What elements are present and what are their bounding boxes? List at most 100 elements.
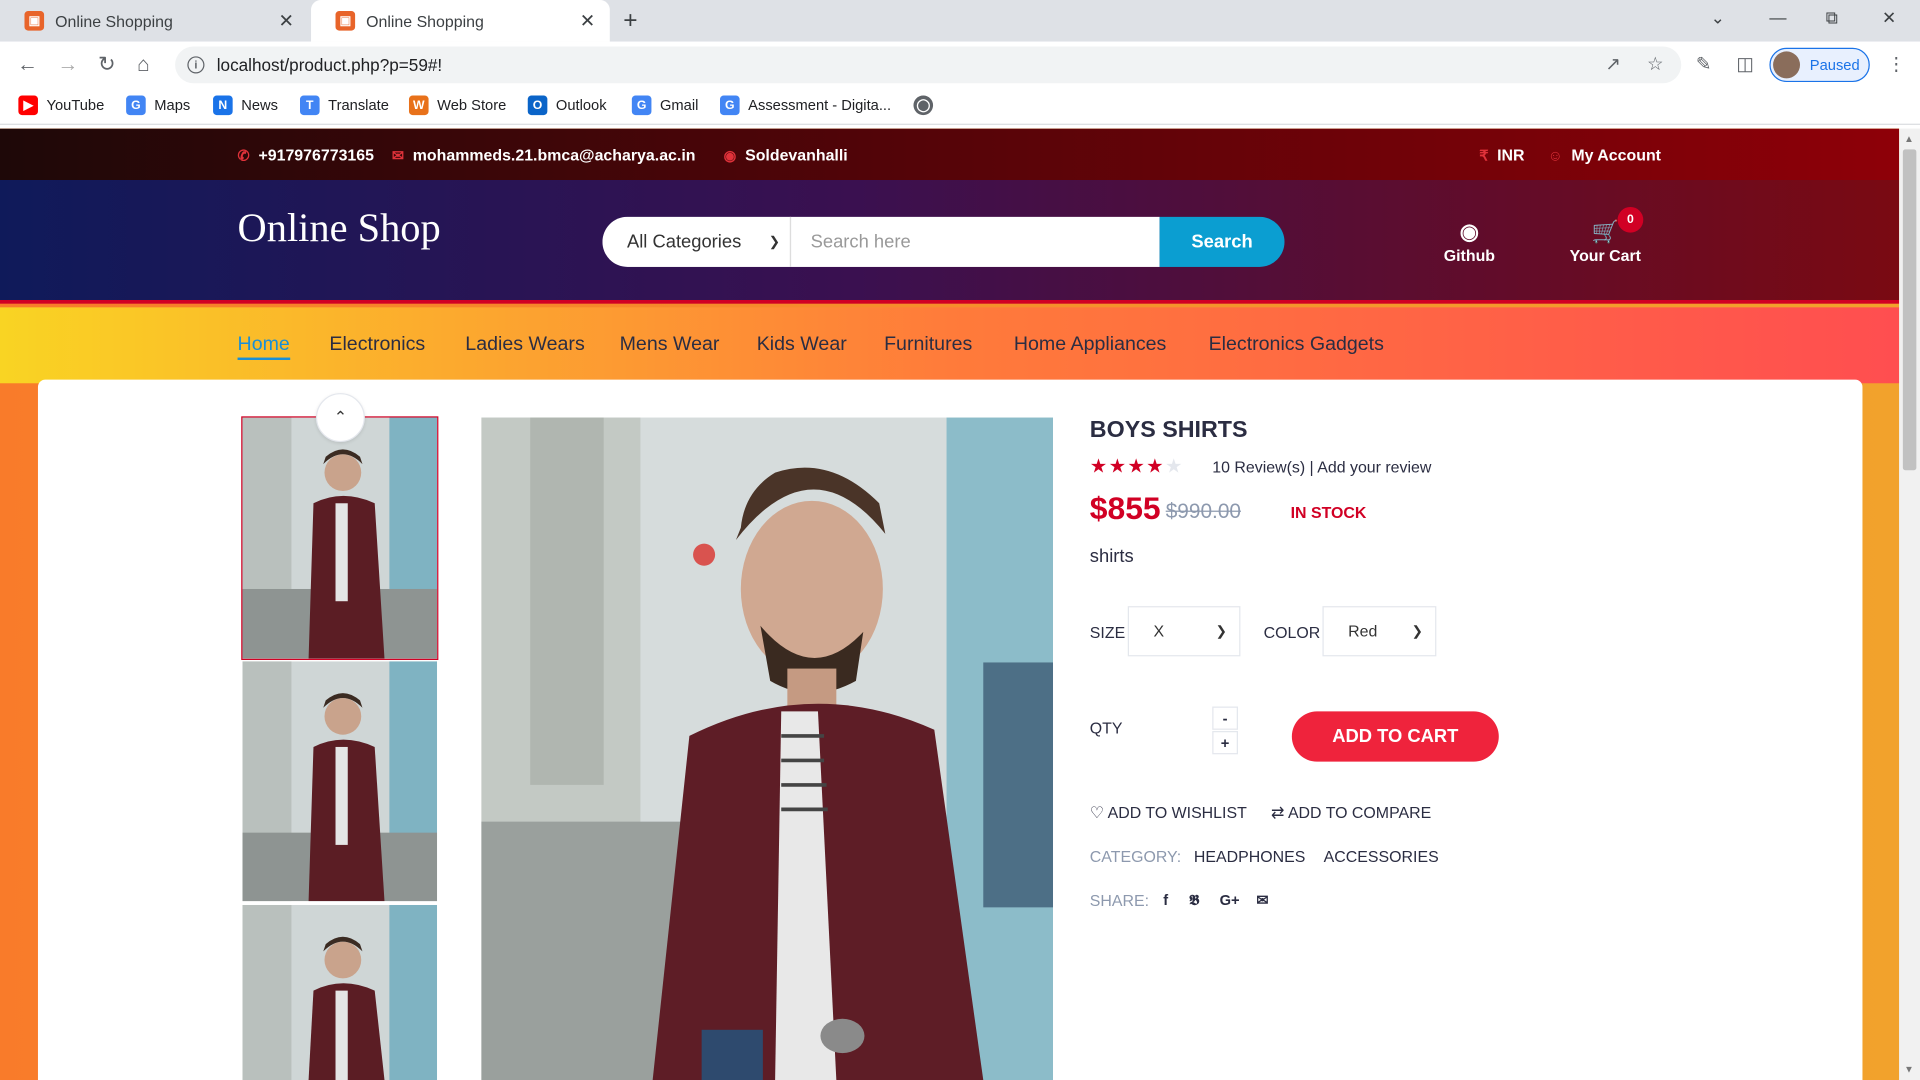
nav-home[interactable]: Home <box>237 334 290 361</box>
back-icon[interactable]: ← <box>17 53 38 77</box>
add-to-compare-link[interactable]: ⇄ ADD TO COMPARE <box>1271 803 1431 823</box>
nav-kids-wear[interactable]: Kids Wear <box>757 334 847 356</box>
nav-home-appliances[interactable]: Home Appliances <box>1014 334 1166 356</box>
browser-tab-active[interactable]: ▣ Online Shopping ✕ <box>311 0 610 42</box>
github-icon: ◉ <box>1459 219 1480 244</box>
facebook-icon[interactable]: f <box>1163 891 1168 908</box>
bookmark-outlook[interactable]: O Outlook <box>527 95 607 116</box>
bookmark-assessment[interactable]: G Assessment - Digita... <box>720 95 891 116</box>
site-logo[interactable]: Online Shop <box>238 207 441 252</box>
qty-decrease-button[interactable]: - <box>1212 706 1238 730</box>
user-icon: ☺ <box>1547 146 1563 164</box>
category-select[interactable]: All Categories ❯ <box>602 216 792 267</box>
bookmark-translate[interactable]: T Translate <box>300 95 389 116</box>
product-thumbnail[interactable] <box>242 661 438 902</box>
scroll-down-icon[interactable]: ▼ <box>1904 1064 1914 1075</box>
nav-ladies-wears[interactable]: Ladies Wears <box>465 334 584 356</box>
product-main-image[interactable] <box>481 417 1054 1080</box>
bookmark-gmail[interactable]: G Gmail <box>631 95 698 116</box>
nav-electronics[interactable]: Electronics <box>329 334 425 356</box>
extensions-icon[interactable]: ✎ <box>1696 53 1711 75</box>
browser-tab[interactable]: ▣ Online Shopping ✕ <box>0 0 309 42</box>
bookmark-maps[interactable]: G Maps <box>126 95 190 116</box>
size-select[interactable]: X ❯ <box>1127 606 1241 657</box>
google-icon: G <box>720 95 740 116</box>
new-tab-icon[interactable]: + <box>623 7 637 35</box>
bookmark-youtube[interactable]: ▶ YouTube <box>18 95 104 116</box>
globe-icon: ◯ <box>913 95 934 116</box>
webstore-icon: W <box>408 95 429 116</box>
scroll-up-icon[interactable]: ▲ <box>1904 133 1914 144</box>
toolbar: ← → ↻ ⌂ i localhost/product.php?p=59#! ↗… <box>0 41 1920 89</box>
google-icon: G <box>631 95 652 116</box>
search-input[interactable] <box>791 216 1160 267</box>
rupee-icon: ₹ <box>1479 146 1489 164</box>
bookmark-web-store[interactable]: W Web Store <box>408 95 506 116</box>
search-button[interactable]: Search <box>1159 216 1285 267</box>
email-link[interactable]: ✉ mohammeds.21.bmca@acharya.ac.in <box>392 146 696 164</box>
add-to-cart-button[interactable]: ADD TO CART <box>1291 711 1499 762</box>
minimize-icon[interactable]: — <box>1769 7 1786 27</box>
forward-icon[interactable]: → <box>58 53 79 77</box>
address-bar[interactable]: i localhost/product.php?p=59#! <box>175 46 1682 84</box>
chevron-down-icon: ❯ <box>1411 624 1423 640</box>
chevron-down-icon: ❯ <box>768 235 781 250</box>
category-link[interactable]: ACCESSORIES <box>1324 847 1439 865</box>
url-text: localhost/product.php?p=59#! <box>216 55 443 75</box>
bookmarks-bar: ▶ YouTube G Maps N News T Translate W Web Sto… <box>0 88 1920 125</box>
tab-search-icon[interactable]: ⌄ <box>1711 7 1725 28</box>
tab-title: Online Shopping <box>55 11 173 31</box>
scrollbar-thumb[interactable] <box>1902 149 1917 471</box>
stock-status: IN STOCK <box>1290 503 1367 522</box>
reload-icon[interactable]: ↻ <box>98 53 115 77</box>
product-price: $855 <box>1089 489 1161 527</box>
size-label: SIZE <box>1089 623 1126 642</box>
youtube-icon: ▶ <box>18 95 38 116</box>
envelope-icon[interactable]: ✉ <box>1256 891 1268 908</box>
qty-label: QTY <box>1089 718 1123 738</box>
github-link[interactable]: ◉ Github <box>1420 219 1518 264</box>
product-thumbnail[interactable] <box>241 416 439 661</box>
reviews-link[interactable]: 10 Review(s) | Add your review <box>1212 458 1431 476</box>
add-to-wishlist-link[interactable]: ♡ ADD TO WISHLIST <box>1090 803 1247 823</box>
page-scrollbar[interactable]: ▲ ▼ <box>1899 128 1920 1080</box>
nav-furnitures[interactable]: Furnitures <box>884 334 972 356</box>
bookmark-globe[interactable]: ◯ <box>913 95 941 116</box>
twitter-icon[interactable]: 𝕭 <box>1189 891 1199 909</box>
chevron-up-icon[interactable]: ⌃ <box>315 393 365 443</box>
product-title: BOYS SHIRTS <box>1089 417 1248 444</box>
xampp-icon: ▣ <box>24 11 45 31</box>
share-icon[interactable]: ↗ <box>1605 53 1620 75</box>
bookmark-star-icon[interactable]: ☆ <box>1647 53 1663 75</box>
product-thumbnail[interactable] <box>242 904 438 1080</box>
google-plus-icon[interactable]: G+ <box>1220 891 1240 908</box>
star-filled-icon: ★ <box>1146 456 1165 478</box>
map-marker-icon: ◉ <box>723 146 737 164</box>
close-icon[interactable]: ✕ <box>580 10 595 32</box>
profile-button[interactable]: Paused <box>1769 47 1870 83</box>
side-panel-icon[interactable]: ◫ <box>1736 53 1753 75</box>
close-window-icon[interactable]: ✕ <box>1882 7 1896 28</box>
avatar <box>1773 51 1801 79</box>
info-icon[interactable]: i <box>187 56 205 74</box>
menu-icon[interactable]: ⋮ <box>1887 53 1905 75</box>
phone-link[interactable]: ✆ +917976773165 <box>238 146 374 164</box>
google-icon: G <box>126 95 146 116</box>
nav-electronics-gadgets[interactable]: Electronics Gadgets <box>1209 334 1384 356</box>
category-link[interactable]: HEADPHONES <box>1194 847 1305 865</box>
close-icon[interactable]: ✕ <box>278 10 293 32</box>
my-account-link[interactable]: ☺ My Account <box>1548 146 1661 164</box>
envelope-icon: ✉ <box>391 146 405 164</box>
currency-link[interactable]: ₹ INR <box>1479 146 1524 164</box>
page-viewport: ✆ +917976773165 ✉ mohammeds.21.bmca@achary… <box>0 128 1900 1080</box>
qty-increase-button[interactable]: + <box>1212 731 1238 755</box>
home-icon[interactable]: ⌂ <box>137 53 150 77</box>
rating-stars: ★★★★★ <box>1090 454 1184 478</box>
nav-mens-wear[interactable]: Mens Wear <box>620 334 720 356</box>
restore-icon[interactable]: ⧉ <box>1826 7 1838 28</box>
color-select[interactable]: Red ❯ <box>1322 606 1437 657</box>
exchange-icon: ⇄ <box>1271 803 1285 822</box>
bookmark-news[interactable]: N News <box>213 95 278 116</box>
location-link[interactable]: ◉ Soldevanhalli <box>724 146 848 164</box>
tab-strip: ▣ Online Shopping ✕ ▣ Online Shopping ✕ … <box>0 0 1920 42</box>
